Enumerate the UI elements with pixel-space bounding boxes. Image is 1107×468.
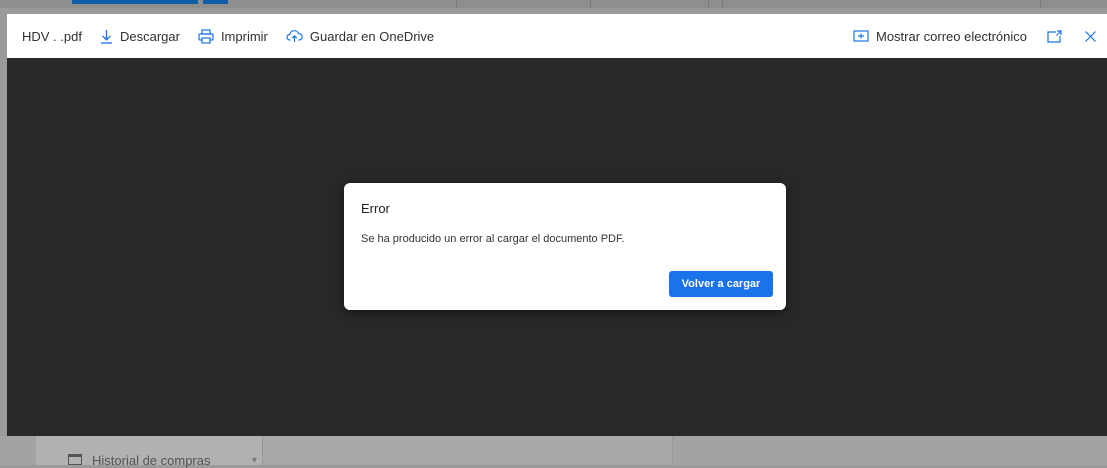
popout-icon [1047,29,1062,43]
background-divider [708,0,709,8]
cloud-upload-icon [286,29,310,43]
background-left-edge [0,58,7,436]
folder-icon [68,454,82,465]
download-button[interactable]: Descargar [100,14,180,58]
background-tab-indicator [203,0,228,4]
folder-label: Historial de compras [92,453,211,468]
background-divider [722,0,723,8]
dialog-message: Se ha producido un error al cargar el do… [361,233,625,245]
popout-button[interactable] [1047,14,1062,58]
download-label: Descargar [119,28,180,44]
background-divider [590,0,591,8]
printer-icon [198,28,221,44]
background-divider [1040,0,1041,8]
background-app-top [0,0,1107,8]
save-to-onedrive-label: Guardar en OneDrive [309,28,435,44]
file-name: HDV . .pdf [22,28,82,44]
show-email-label: Mostrar correo electrónico [876,28,1027,44]
show-email-button[interactable]: Mostrar correo electrónico [853,14,1027,58]
close-icon [1084,30,1097,43]
save-to-onedrive-button[interactable]: Guardar en OneDrive [286,14,434,58]
email-view-icon [853,30,876,42]
background-tab-indicator [72,0,198,4]
viewer-toolbar: HDV . .pdf Descargar Imprimir Guardar en… [7,14,1107,59]
error-dialog: Error Se ha producido un error al cargar… [344,183,786,310]
background-app-bottom: Historial de compras ▾ [0,436,1107,468]
print-button[interactable]: Imprimir [198,14,268,58]
chevron-down-icon: ▾ [252,455,258,466]
download-icon [100,29,120,44]
dialog-title: Error [361,201,390,216]
reload-button[interactable]: Volver a cargar [669,271,773,297]
print-label: Imprimir [220,28,268,44]
background-reading-pane [672,436,1107,465]
close-button[interactable] [1084,14,1097,58]
background-divider [456,0,457,8]
background-message-list [262,436,673,465]
